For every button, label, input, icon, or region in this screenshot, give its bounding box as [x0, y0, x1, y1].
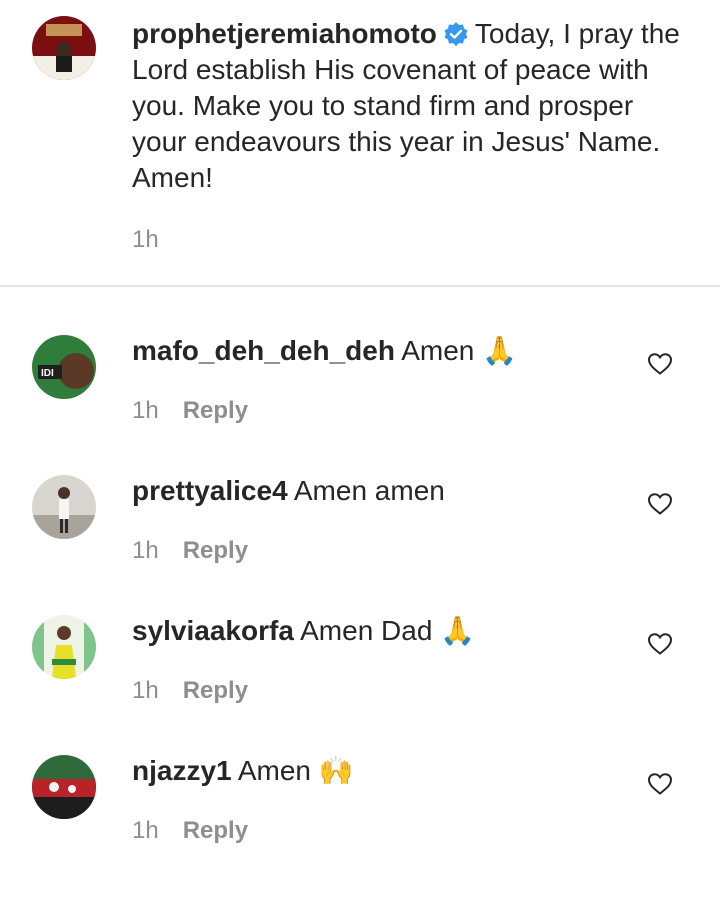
commenter-avatar[interactable]: [32, 755, 96, 819]
comment-line: prettyalice4 Amen amen: [132, 473, 445, 509]
caption-author-avatar[interactable]: [32, 16, 96, 80]
comment-timestamp: 1h: [132, 537, 159, 564]
comment-username[interactable]: sylviaakorfa: [132, 615, 294, 646]
comment-username[interactable]: mafo_deh_deh_deh: [132, 335, 395, 366]
comment-text: Amen: [237, 755, 311, 786]
comment-timestamp: 1h: [132, 397, 159, 424]
comment-line: sylviaakorfa Amen Dad 🙏: [132, 613, 475, 649]
heart-outline-icon[interactable]: [647, 351, 673, 377]
caption-username[interactable]: prophetjeremiahomoto: [132, 18, 437, 49]
caption-timestamp: 1h: [132, 226, 159, 253]
raising-hands-emoji: 🙌: [318, 754, 354, 787]
comment-item: prettyalice4 Amen amen 1h Reply: [0, 427, 720, 567]
comment-timestamp: 1h: [132, 677, 159, 704]
praying-hands-emoji: 🙏: [482, 334, 517, 367]
svg-text:IDI: IDI: [41, 368, 54, 379]
comment-text: Amen amen: [293, 475, 445, 506]
comment-text: Amen Dad: [300, 615, 433, 646]
comment-meta: 1h Reply: [132, 537, 248, 565]
comment-meta: 1h Reply: [132, 677, 248, 705]
praying-hands-emoji: 🙏: [440, 614, 476, 647]
reply-button[interactable]: Reply: [183, 677, 248, 705]
heart-outline-icon[interactable]: [647, 631, 673, 657]
reply-button[interactable]: Reply: [183, 397, 248, 425]
heart-outline-icon[interactable]: [647, 491, 673, 517]
reply-button[interactable]: Reply: [183, 537, 248, 565]
comment-username[interactable]: njazzy1: [132, 755, 232, 786]
heart-outline-icon[interactable]: [647, 771, 673, 797]
comment-item: IDI mafo_deh_deh_deh Amen 🙏 1h Reply: [0, 287, 720, 427]
comment-line: njazzy1 Amen 🙌: [132, 753, 354, 789]
commenter-avatar[interactable]: [32, 475, 96, 539]
commenter-avatar[interactable]: [32, 615, 96, 679]
comment-timestamp: 1h: [132, 817, 159, 844]
comment-meta: 1h Reply: [132, 397, 248, 425]
comment-item: sylviaakorfa Amen Dad 🙏 1h Reply: [0, 567, 720, 707]
reply-button[interactable]: Reply: [183, 817, 248, 845]
comment-meta: 1h Reply: [132, 817, 248, 845]
comment-username[interactable]: prettyalice4: [132, 475, 288, 506]
comment-text: Amen: [401, 335, 475, 366]
comment-item: njazzy1 Amen 🙌 1h Reply: [0, 707, 720, 847]
comment-line: mafo_deh_deh_deh Amen 🙏: [132, 333, 517, 369]
post-caption: prophetjeremiahomoto Today, I pray the Lo…: [0, 0, 720, 285]
caption-text-block: prophetjeremiahomoto Today, I pray the Lo…: [132, 16, 692, 196]
verified-badge-icon: [443, 20, 469, 46]
commenter-avatar[interactable]: IDI: [32, 335, 96, 399]
